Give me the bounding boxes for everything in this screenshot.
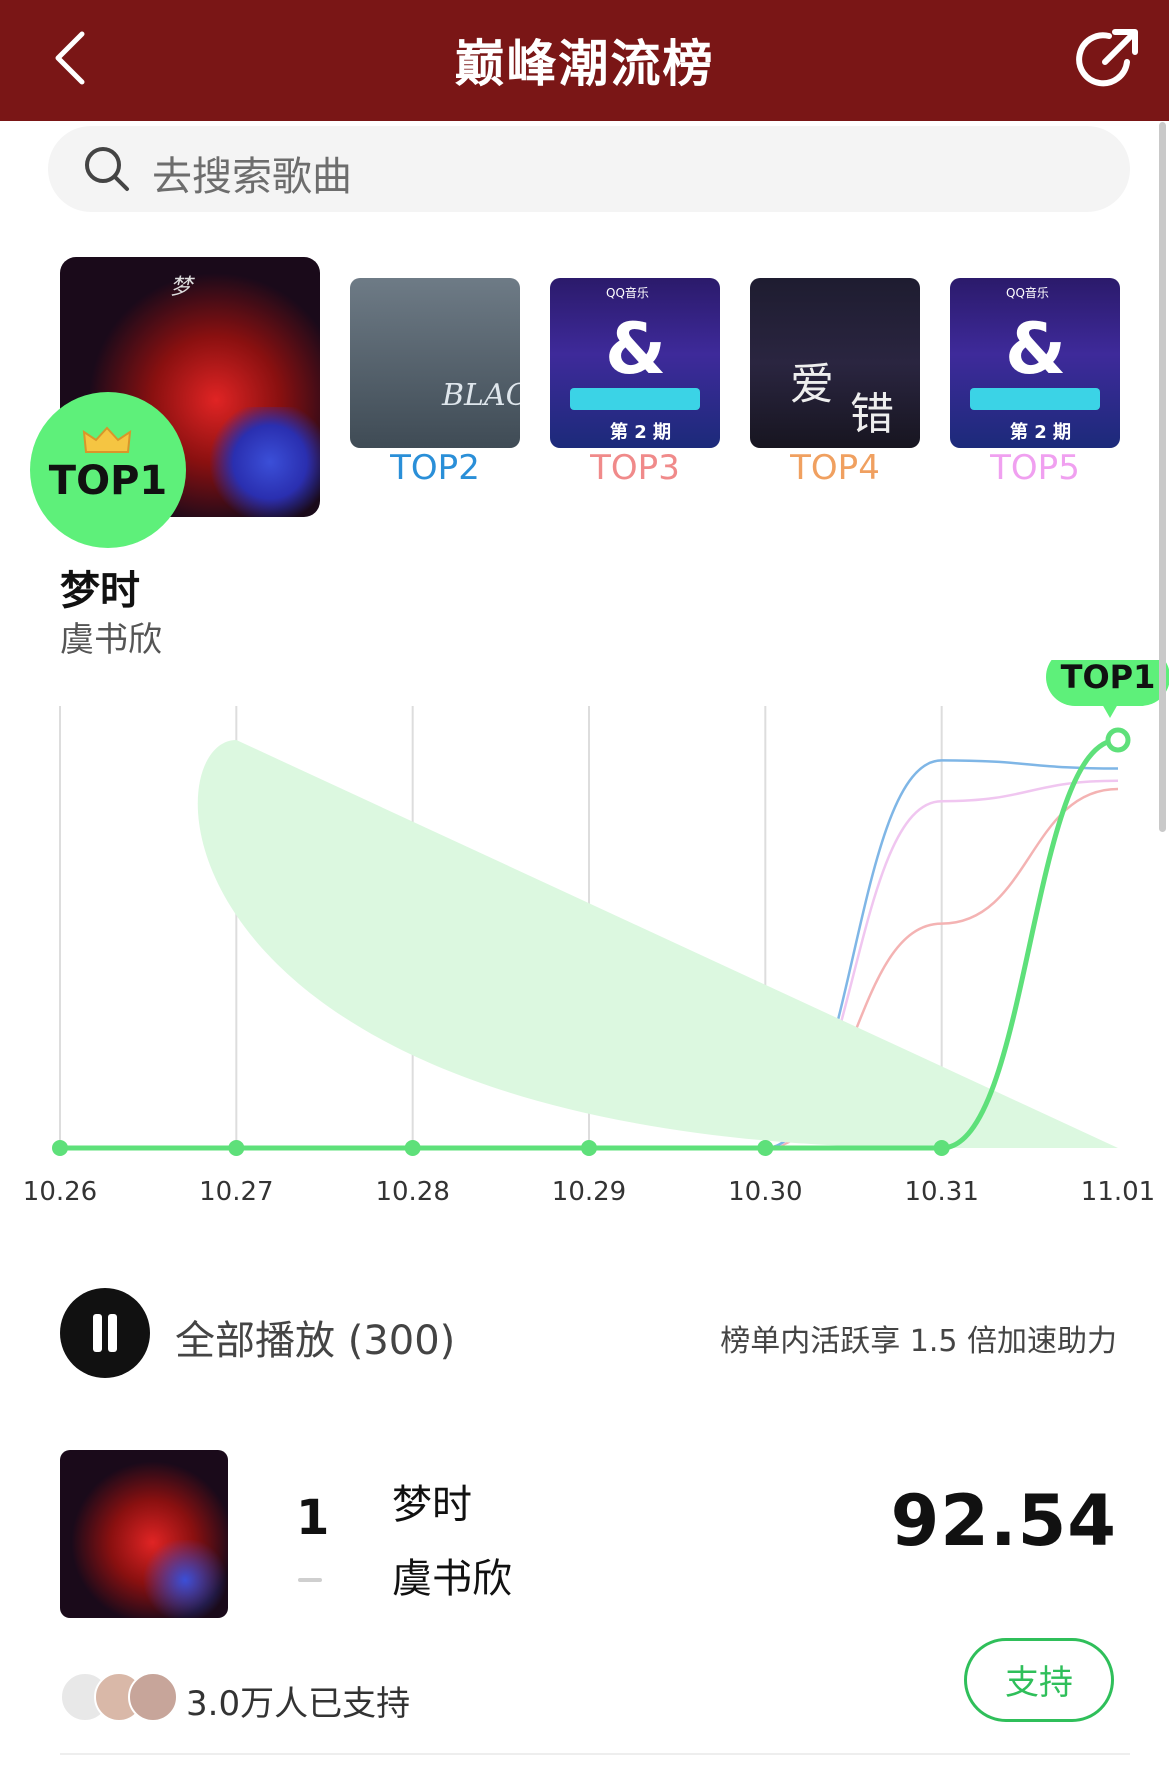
top1-marker-pointer: [1102, 704, 1118, 718]
supporter-count: 3.0万人已支持: [186, 1684, 411, 1724]
x-tick-label: 10.31: [904, 1177, 978, 1207]
rank-number: 1: [296, 1490, 330, 1546]
data-point: [757, 1140, 774, 1156]
cover-art: BLACK: [442, 378, 520, 413]
cover-art: 第 2 期: [1010, 422, 1072, 443]
top4-cover[interactable]: 爱 错: [750, 278, 920, 448]
top2-cover[interactable]: BLACK: [350, 278, 520, 448]
scrollbar[interactable]: [1159, 122, 1166, 832]
top3-cover[interactable]: QQ音乐 & 第 2 期: [550, 278, 720, 448]
top1-badge: TOP1: [30, 392, 186, 548]
featured-song-artist: 虞书欣: [60, 620, 162, 660]
top5-label[interactable]: TOP5: [950, 448, 1120, 488]
crown-icon: [82, 426, 132, 453]
top1-badge-label: TOP1: [48, 458, 168, 504]
play-all-bar: 全部播放 (300) 榜单内活跃享 1.5 倍加速助力: [0, 1280, 1169, 1390]
cover-art: 错: [850, 389, 894, 440]
search-bar[interactable]: 去搜索歌曲: [48, 126, 1130, 212]
cover-art: QQ音乐: [1006, 286, 1049, 300]
trend-chart-svg: 10.26 10.27 10.28 10.29 10.30 10.31 11.01 TOP1: [23, 660, 1169, 1207]
cover-art: &: [1005, 308, 1067, 390]
pause-icon: [108, 1314, 117, 1352]
divider: [60, 1753, 1130, 1755]
top3-label[interactable]: TOP3: [550, 448, 720, 488]
cover-art: 第 2 期: [610, 422, 672, 443]
x-tick-label: 10.27: [199, 1177, 273, 1207]
top1-marker-label: TOP1: [1061, 660, 1156, 696]
avatar: [128, 1672, 178, 1722]
x-tick-label: 10.28: [375, 1177, 449, 1207]
search-placeholder: 去搜索歌曲: [152, 154, 352, 200]
search-icon: [85, 147, 129, 191]
x-tick-label: 10.29: [552, 1177, 626, 1207]
top2-label[interactable]: TOP2: [350, 448, 520, 488]
data-point: [52, 1140, 68, 1156]
cover-art: &: [605, 308, 667, 390]
list-item[interactable]: 1 梦时 虞书欣 92.54 3.0万人已支持 支持: [0, 1450, 1169, 1750]
cover-art: [970, 388, 1100, 410]
song-score: 92.54: [890, 1480, 1117, 1562]
pause-button[interactable]: [60, 1288, 150, 1378]
cover-glyph: 梦: [170, 275, 193, 300]
x-tick-label: 10.26: [23, 1177, 97, 1207]
data-point: [1105, 727, 1131, 753]
pause-icon: [93, 1314, 102, 1352]
play-all-label[interactable]: 全部播放 (300): [175, 1308, 455, 1366]
cover-art: 爱: [790, 359, 834, 410]
data-point: [404, 1140, 421, 1156]
data-point: [228, 1140, 245, 1156]
support-button[interactable]: 支持: [964, 1638, 1114, 1722]
x-tick-label: 11.01: [1081, 1177, 1155, 1207]
share-icon[interactable]: [1075, 22, 1145, 92]
data-point: [933, 1140, 950, 1156]
trend-chart: 10.26 10.27 10.28 10.29 10.30 10.31 11.01 TOP1: [0, 660, 1169, 1220]
x-tick-label: 10.30: [728, 1177, 802, 1207]
series-area: [197, 740, 1118, 1148]
featured-song-title: 梦时: [60, 568, 140, 614]
cover-art: [140, 1540, 228, 1618]
top4-label[interactable]: TOP4: [750, 448, 920, 488]
top5-cover[interactable]: QQ音乐 & 第 2 期: [950, 278, 1120, 448]
data-point: [581, 1140, 597, 1156]
top-bar: 巅峰潮流榜: [0, 0, 1169, 121]
cover-art: [210, 407, 320, 517]
boost-notice: 榜单内活跃享 1.5 倍加速助力: [720, 1324, 1117, 1359]
rank-change-indicator: [298, 1578, 322, 1582]
cover-art: QQ音乐: [606, 286, 649, 300]
song-artist: 虞书欣: [392, 1556, 512, 1602]
cover-art: [570, 388, 700, 410]
song-cover: [60, 1450, 228, 1618]
page-title: 巅峰潮流榜: [454, 35, 715, 93]
song-title: 梦时: [392, 1482, 472, 1528]
